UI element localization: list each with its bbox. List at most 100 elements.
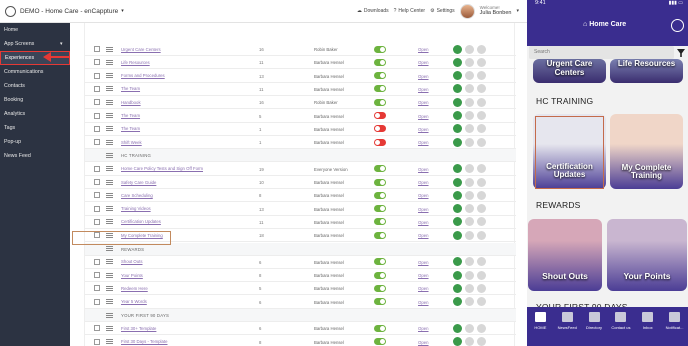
open-link[interactable]: Open (418, 260, 429, 265)
drag-handle-icon[interactable] (106, 179, 113, 185)
copy-icon[interactable] (465, 164, 474, 174)
drag-handle-icon[interactable] (106, 46, 113, 52)
edit-icon[interactable] (453, 297, 462, 307)
row-checkbox[interactable] (94, 218, 100, 225)
edit-icon[interactable] (453, 337, 462, 346)
experience-name-link[interactable]: Life Resources (121, 60, 150, 65)
edit-icon[interactable] (453, 84, 462, 94)
tile-my-complete-training[interactable]: My Complete Training (610, 114, 683, 189)
experience-name-link[interactable]: Home Care Policy Tests and Sign Off Form (121, 166, 203, 171)
row-checkbox[interactable] (94, 258, 100, 265)
trash-icon[interactable] (477, 97, 486, 107)
edit-icon[interactable] (453, 270, 462, 280)
copy-icon[interactable] (465, 257, 474, 267)
tab-directory[interactable]: Directory (584, 312, 604, 346)
trash-icon[interactable] (477, 44, 486, 54)
publish-toggle[interactable] (374, 98, 386, 106)
open-link[interactable]: Open (418, 180, 429, 185)
row-checkbox[interactable] (94, 285, 100, 292)
drag-handle-icon[interactable] (106, 325, 113, 331)
publish-toggle[interactable] (374, 231, 386, 239)
edit-icon[interactable] (453, 257, 462, 267)
trash-icon[interactable] (477, 177, 486, 187)
tab-notifications[interactable]: Notificat... (665, 312, 685, 346)
copy-icon[interactable] (465, 57, 474, 67)
sidebar-item-tags[interactable]: Tags (0, 121, 70, 135)
trash-icon[interactable] (477, 137, 486, 147)
experience-name-link[interactable]: Safety Care Guide (121, 180, 156, 185)
row-checkbox[interactable] (94, 272, 100, 279)
profile-icon[interactable] (671, 19, 684, 32)
open-link[interactable]: Open (418, 47, 429, 52)
row-checkbox[interactable] (94, 112, 100, 119)
drag-handle-icon[interactable] (106, 192, 113, 198)
publish-toggle[interactable] (374, 284, 386, 292)
open-link[interactable]: Open (418, 127, 429, 132)
experience-name-link[interactable]: Handbook (121, 100, 141, 105)
edit-icon[interactable] (453, 323, 462, 333)
open-link[interactable]: Open (418, 340, 429, 345)
publish-toggle[interactable] (374, 218, 386, 226)
copy-icon[interactable] (465, 84, 474, 94)
row-checkbox[interactable] (94, 205, 100, 212)
open-link[interactable]: Open (418, 233, 429, 238)
sidebar-item-contacts[interactable]: Contacts (0, 79, 70, 93)
row-checkbox[interactable] (94, 192, 100, 199)
open-link[interactable]: Open (418, 326, 429, 331)
experience-name-link[interactable]: Shout Outs (121, 259, 143, 264)
trash-icon[interactable] (477, 190, 486, 200)
experience-name-link[interactable]: First 30+ Template (121, 326, 156, 331)
sidebar-item-news-feed[interactable]: News Feed (0, 149, 70, 163)
publish-toggle[interactable] (374, 125, 386, 133)
row-checkbox[interactable] (94, 298, 100, 305)
row-checkbox[interactable] (94, 179, 100, 185)
publish-toggle[interactable] (374, 112, 386, 119)
drag-handle-icon[interactable] (106, 339, 113, 345)
copy-icon[interactable] (465, 137, 474, 147)
drag-handle-icon[interactable] (106, 73, 113, 79)
tab-newsfeed[interactable]: NewsFeed (557, 312, 577, 346)
publish-toggle[interactable] (374, 298, 386, 306)
row-checkbox[interactable] (94, 59, 100, 66)
drag-handle-icon[interactable] (106, 299, 113, 305)
edit-icon[interactable] (453, 111, 462, 120)
trash-icon[interactable] (477, 111, 486, 120)
open-link[interactable]: Open (418, 167, 429, 172)
search-input[interactable]: Search (529, 46, 674, 59)
edit-icon[interactable] (453, 283, 462, 293)
trash-icon[interactable] (477, 84, 486, 94)
experience-name-link[interactable]: Forms and Procedures (121, 73, 165, 78)
drag-handle-icon[interactable] (106, 206, 113, 212)
experience-name-link[interactable]: Certification Updates (121, 219, 161, 224)
experience-name-link[interactable]: Year 5 Words (121, 299, 147, 304)
trash-icon[interactable] (477, 270, 486, 280)
edit-icon[interactable] (453, 44, 462, 54)
open-link[interactable]: Open (418, 300, 429, 305)
drag-handle-icon[interactable] (106, 312, 113, 318)
copy-icon[interactable] (465, 283, 474, 293)
app-title[interactable]: DEMO - Home Care - enCappture (20, 8, 118, 15)
drag-handle-icon[interactable] (106, 272, 113, 278)
row-checkbox[interactable] (94, 85, 100, 92)
copy-icon[interactable] (465, 44, 474, 54)
edit-icon[interactable] (453, 190, 462, 200)
chevron-down-icon[interactable]: ▾ (121, 8, 124, 14)
publish-toggle[interactable] (374, 45, 386, 53)
open-link[interactable]: Open (418, 114, 429, 119)
edit-icon[interactable] (453, 137, 462, 147)
copy-icon[interactable] (465, 337, 474, 346)
avatar[interactable] (459, 3, 475, 19)
sidebar-item-home[interactable]: Home (0, 23, 70, 37)
trash-icon[interactable] (477, 230, 486, 240)
copy-icon[interactable] (465, 190, 474, 200)
trash-icon[interactable] (477, 204, 486, 214)
publish-toggle[interactable] (374, 72, 386, 80)
drag-handle-icon[interactable] (106, 126, 113, 132)
experience-name-link[interactable]: Care Scheduling (121, 193, 153, 198)
tab-home[interactable]: HOME (530, 312, 550, 346)
experience-name-link[interactable]: First 30 Days - Template (121, 339, 168, 344)
open-link[interactable]: Open (418, 140, 429, 145)
drag-handle-icon[interactable] (106, 259, 113, 265)
row-checkbox[interactable] (94, 325, 100, 332)
copy-icon[interactable] (465, 71, 474, 81)
